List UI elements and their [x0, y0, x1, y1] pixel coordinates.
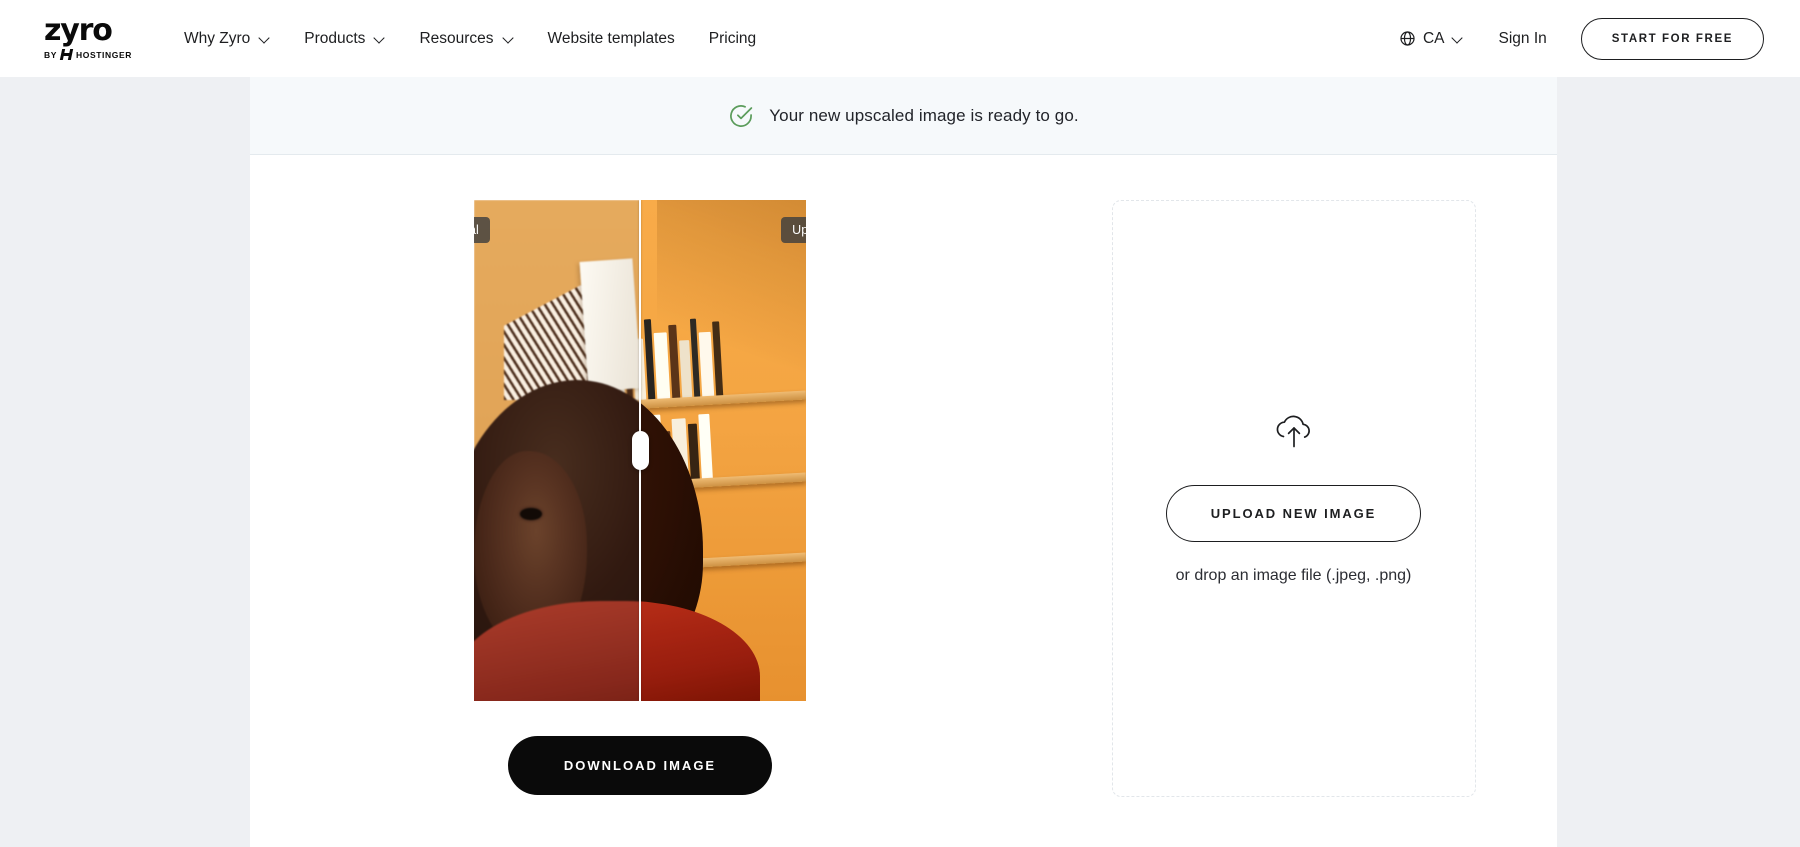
main-nav: Why Zyro Products Resources Website temp… [184, 24, 756, 54]
workspace: Original Upscaled DOWNLOAD IMAGE UPLOAD … [250, 155, 1557, 797]
image-dropzone[interactable]: UPLOAD NEW IMAGE or drop an image file (… [1111, 200, 1476, 797]
brand-byline: BY HOSTINGER [44, 49, 132, 60]
nav-label: Resources [419, 29, 494, 47]
zyro-logo[interactable]: zyro BY HOSTINGER [44, 12, 132, 61]
nav-label: Why Zyro [183, 29, 251, 47]
dropzone-column: UPLOAD NEW IMAGE or drop an image file (… [1030, 200, 1557, 797]
status-banner: Your new upscaled image is ready to go. [250, 77, 1557, 155]
download-image-button[interactable]: DOWNLOAD IMAGE [507, 736, 773, 795]
nav-label: Products [304, 29, 366, 47]
badge-original: Original [474, 217, 490, 243]
image-comparison-slider[interactable]: Original Upscaled [474, 200, 806, 701]
brand-by-label: BY [44, 49, 58, 60]
dropzone-hint: or drop an image file (.jpeg, .png) [1175, 566, 1412, 584]
result-column: Original Upscaled DOWNLOAD IMAGE [250, 200, 1030, 795]
brand-wordmark: zyro [44, 12, 113, 48]
circle-check-icon [730, 104, 753, 127]
nav-item-pricing[interactable]: Pricing [709, 24, 756, 54]
comparison-slider-handle[interactable] [631, 431, 649, 470]
start-for-free-button[interactable]: START FOR FREE [1580, 17, 1764, 60]
header-actions: CA Sign In START FOR FREE [1399, 17, 1764, 60]
sign-in-link[interactable]: Sign In [1499, 30, 1547, 48]
chevron-down-icon [503, 33, 514, 44]
nav-item-why-zyro[interactable]: Why Zyro [184, 24, 270, 54]
status-message: Your new upscaled image is ready to go. [769, 105, 1079, 125]
locale-label: CA [1422, 29, 1445, 47]
nav-item-resources[interactable]: Resources [419, 24, 513, 54]
brand-parent-label: HOSTINGER [76, 49, 132, 60]
upload-new-image-button[interactable]: UPLOAD NEW IMAGE [1165, 484, 1422, 542]
nav-label: Pricing [708, 29, 757, 47]
page-background: Your new upscaled image is ready to go. [0, 77, 1800, 847]
chevron-down-icon [259, 33, 270, 44]
locale-selector[interactable]: CA [1399, 30, 1463, 48]
nav-label: Website templates [547, 29, 675, 47]
badge-upscaled: Upscaled [781, 217, 806, 243]
cloud-upload-icon [1276, 415, 1310, 447]
chevron-down-icon [374, 33, 385, 44]
globe-icon [1400, 31, 1415, 46]
upscaler-app-panel: Your new upscaled image is ready to go. [250, 77, 1557, 847]
hostinger-h-icon [61, 49, 72, 60]
chevron-down-icon [1452, 33, 1463, 44]
nav-item-website-templates[interactable]: Website templates [548, 24, 675, 54]
site-header: zyro BY HOSTINGER Why Zyro Products Reso… [0, 0, 1800, 77]
nav-item-products[interactable]: Products [304, 24, 385, 54]
